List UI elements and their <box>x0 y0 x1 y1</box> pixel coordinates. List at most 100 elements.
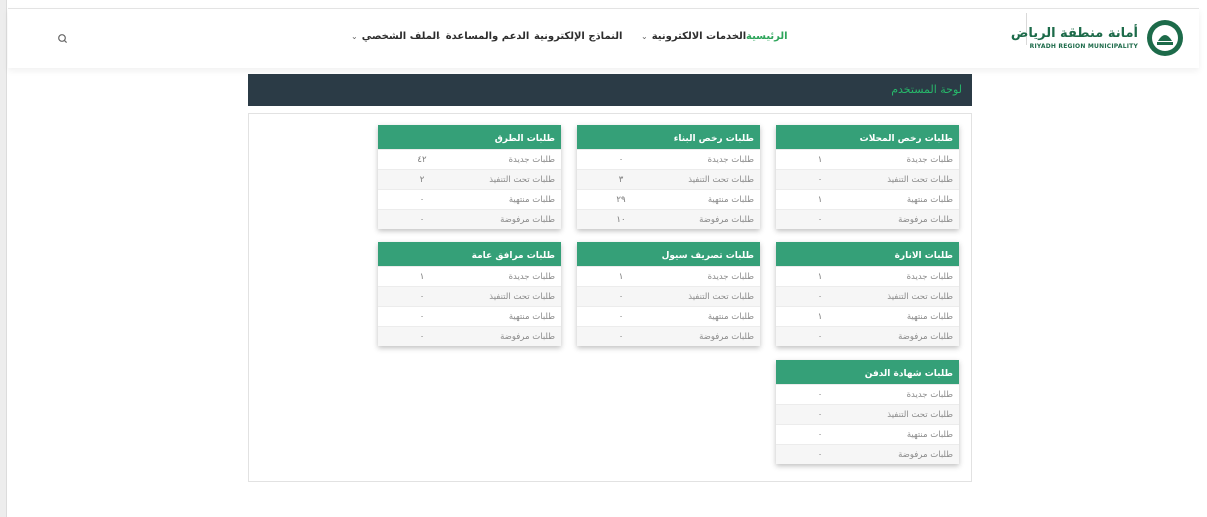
row-value: ٠ <box>419 332 425 342</box>
card-lighting[interactable]: طلبات الانارة طلبات جديدة ١ طلبات تحت الت… <box>776 242 959 346</box>
row-label: طلبات جديدة <box>906 272 953 282</box>
row-value: ٢ <box>419 175 425 185</box>
row-value: ٠ <box>817 430 823 440</box>
card-row-in-progress[interactable]: طلبات تحت التنفيذ ٢ <box>378 169 561 189</box>
card-row-rejected[interactable]: طلبات مرفوضة ٠ <box>776 326 959 346</box>
row-value: ٠ <box>419 292 425 302</box>
row-value: ٠ <box>618 332 624 342</box>
row-value: ٠ <box>817 450 823 460</box>
card-roads[interactable]: طلبات الطرق طلبات جديدة ٤٢ طلبات تحت التن… <box>378 125 561 229</box>
card-title: طلبات رخص البناء <box>577 125 760 149</box>
card-row-completed[interactable]: طلبات منتهية ١ <box>776 306 959 326</box>
card-row-in-progress[interactable]: طلبات تحت التنفيذ ٠ <box>776 286 959 306</box>
card-row-new[interactable]: طلبات جديدة ٠ <box>776 384 959 404</box>
emblem-icon <box>1147 20 1183 56</box>
row-value: ١ <box>817 155 823 165</box>
row-value: ٠ <box>419 312 425 322</box>
card-row-completed[interactable]: طلبات منتهية ٠ <box>378 306 561 326</box>
row-label: طلبات مرفوضة <box>898 332 953 342</box>
card-row-in-progress[interactable]: طلبات تحت التنفيذ ٠ <box>776 169 959 189</box>
card-row-completed[interactable]: طلبات منتهية ١ <box>776 189 959 209</box>
card-row-new[interactable]: طلبات جديدة ١ <box>378 266 561 286</box>
card-row-rejected[interactable]: طلبات مرفوضة ١٠ <box>577 209 760 229</box>
row-label: طلبات تحت التنفيذ <box>887 410 953 420</box>
row-value: ٠ <box>419 215 425 225</box>
card-row-new[interactable]: طلبات جديدة ١ <box>577 266 760 286</box>
row-label: طلبات جديدة <box>707 155 754 165</box>
card-row-completed[interactable]: طلبات منتهية ٢٩ <box>577 189 760 209</box>
row-value: ٠ <box>817 390 823 400</box>
nav-home[interactable]: الرئيسية <box>746 31 788 42</box>
row-label: طلبات تحت التنفيذ <box>887 175 953 185</box>
nav-support[interactable]: الدعم والمساعدة⌄ <box>435 31 529 42</box>
card-burial-certificate[interactable]: طلبات شهادة الدفن طلبات جديدة ٠ طلبات تحت… <box>776 360 959 464</box>
card-row-rejected[interactable]: طلبات مرفوضة ٠ <box>378 209 561 229</box>
nav-support-label: الدعم والمساعدة <box>445 31 530 42</box>
card-title: طلبات تصريف سيول <box>577 242 760 266</box>
row-value: ٠ <box>817 332 823 342</box>
card-row-completed[interactable]: طلبات منتهية ٠ <box>577 306 760 326</box>
row-value: ٤٢ <box>417 155 427 165</box>
card-row-rejected[interactable]: طلبات مرفوضة ٠ <box>378 326 561 346</box>
row-label: طلبات منتهية <box>906 195 953 205</box>
card-row-in-progress[interactable]: طلبات تحت التنفيذ ٠ <box>577 286 760 306</box>
card-flood-drainage[interactable]: طلبات تصريف سيول طلبات جديدة ١ طلبات تحت … <box>577 242 760 346</box>
row-label: طلبات تحت التنفيذ <box>688 292 754 302</box>
chevron-down-icon: ⌄ <box>641 32 648 41</box>
card-row-new[interactable]: طلبات جديدة ١ <box>776 149 959 169</box>
row-value: ١٠ <box>616 215 626 225</box>
row-value: ٠ <box>618 292 624 302</box>
row-label: طلبات جديدة <box>707 272 754 282</box>
row-label: طلبات تحت التنفيذ <box>489 175 555 185</box>
row-label: طلبات منتهية <box>906 430 953 440</box>
card-row-rejected[interactable]: طلبات مرفوضة ٠ <box>776 444 959 464</box>
logo-name-ar: أمانة منطقة الرياض <box>1010 26 1138 41</box>
search-icon[interactable] <box>55 31 71 47</box>
card-row-completed[interactable]: طلبات منتهية ٠ <box>378 189 561 209</box>
row-label: طلبات تحت التنفيذ <box>688 175 754 185</box>
card-row-in-progress[interactable]: طلبات تحت التنفيذ ٣ <box>577 169 760 189</box>
nav-eforms[interactable]: النماذج الإلكترونية <box>534 31 622 42</box>
nav-eservices[interactable]: الخدمات الالكترونية⌄ <box>641 31 746 42</box>
dashboard-header: لوحة المستخدم <box>248 74 972 106</box>
row-value: ٠ <box>419 195 425 205</box>
row-value: ١ <box>817 195 823 205</box>
row-label: طلبات تحت التنفيذ <box>489 292 555 302</box>
row-label: طلبات منتهية <box>906 312 953 322</box>
nav-eservices-label: الخدمات الالكترونية <box>651 31 747 42</box>
card-shop-licenses[interactable]: طلبات رخص المحلات طلبات جديدة ١ طلبات تحت… <box>776 125 959 229</box>
card-title: طلبات مرافق عامة <box>378 242 561 266</box>
nav-profile-label: الملف الشخصي <box>361 31 440 42</box>
nav-eforms-label: النماذج الإلكترونية <box>534 31 623 42</box>
card-row-rejected[interactable]: طلبات مرفوضة ٠ <box>776 209 959 229</box>
card-row-in-progress[interactable]: طلبات تحت التنفيذ ٠ <box>776 404 959 424</box>
row-label: طلبات جديدة <box>906 155 953 165</box>
row-label: طلبات جديدة <box>906 390 953 400</box>
card-row-rejected[interactable]: طلبات مرفوضة ٠ <box>577 326 760 346</box>
row-label: طلبات مرفوضة <box>500 215 555 225</box>
card-title: طلبات الطرق <box>378 125 561 149</box>
row-label: طلبات تحت التنفيذ <box>887 292 953 302</box>
row-value: ٠ <box>817 215 823 225</box>
row-label: طلبات مرفوضة <box>898 450 953 460</box>
municipality-logo[interactable]: أمانة منطقة الرياض RIYADH REGION MUNICIP… <box>1011 18 1184 58</box>
card-building-permits[interactable]: طلبات رخص البناء طلبات جديدة ٠ طلبات تحت … <box>577 125 760 229</box>
window-left-border <box>0 0 7 517</box>
chevron-down-icon: ⌄ <box>351 32 358 41</box>
row-value: ٠ <box>618 155 624 165</box>
card-row-new[interactable]: طلبات جديدة ٤٢ <box>378 149 561 169</box>
card-row-in-progress[interactable]: طلبات تحت التنفيذ ٠ <box>378 286 561 306</box>
card-row-completed[interactable]: طلبات منتهية ٠ <box>776 424 959 444</box>
card-row-new[interactable]: طلبات جديدة ١ <box>776 266 959 286</box>
row-value: ٢٩ <box>616 195 626 205</box>
card-row-new[interactable]: طلبات جديدة ٠ <box>577 149 760 169</box>
row-label: طلبات مرفوضة <box>699 215 754 225</box>
row-label: طلبات جديدة <box>508 272 555 282</box>
nav-profile[interactable]: الملف الشخصي⌄ <box>351 31 440 42</box>
row-value: ١ <box>419 272 425 282</box>
row-label: طلبات منتهية <box>707 312 754 322</box>
row-value: ٠ <box>618 312 624 322</box>
nav-home-label: الرئيسية <box>746 31 788 42</box>
logo-name-en: RIYADH REGION MUNICIPALITY <box>1029 43 1138 50</box>
card-public-facilities[interactable]: طلبات مرافق عامة طلبات جديدة ١ طلبات تحت … <box>378 242 561 346</box>
